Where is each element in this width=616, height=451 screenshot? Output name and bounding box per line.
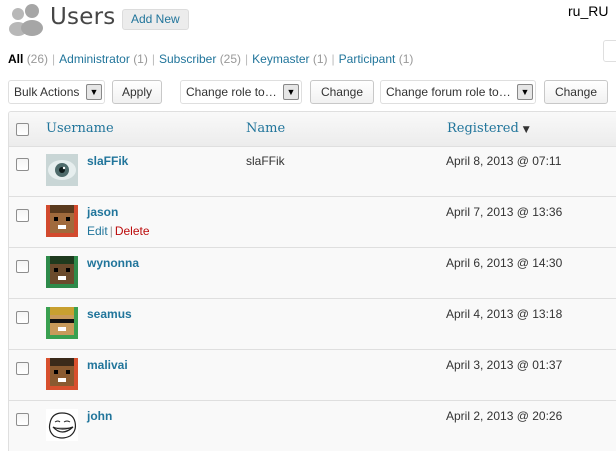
change-role-value: Change role to… (186, 85, 277, 99)
filter-separator: | (331, 52, 335, 66)
table-row: slaFFik slaFFik April 8, 2013 @ 07:11 (9, 147, 616, 197)
table-header: Username Name Registered ▼ (9, 112, 616, 147)
apply-button[interactable]: Apply (112, 80, 162, 104)
pixel-face-avatar-icon (46, 358, 78, 390)
table-row: john April 2, 2013 @ 20:26 (9, 402, 616, 451)
users-icon (9, 4, 43, 36)
row-actions: Edit | Delete (87, 224, 150, 238)
username-link[interactable]: slaFFik (87, 154, 128, 168)
row-checkbox[interactable] (16, 158, 29, 171)
registered-cell: April 2, 2013 @ 20:26 (446, 409, 563, 423)
registered-cell: April 3, 2013 @ 01:37 (446, 358, 563, 372)
table-row: malivai April 3, 2013 @ 01:37 (9, 351, 616, 401)
pixel-face-avatar-icon (46, 307, 78, 339)
table-row: seamus April 4, 2013 @ 13:18 (9, 300, 616, 350)
row-checkbox[interactable] (16, 209, 29, 222)
filter-separator: | (151, 52, 155, 66)
change-role-select[interactable]: Change role to… ▼ (180, 80, 302, 104)
column-registered[interactable]: Registered ▼ (447, 121, 530, 136)
filter-administrator[interactable]: Administrator (1) (59, 52, 148, 66)
trollface-avatar-icon (46, 409, 78, 441)
filter-participant[interactable]: Participant (1) (339, 52, 414, 66)
search-input[interactable] (603, 40, 616, 62)
filter-count: (26) (26, 52, 49, 66)
username-link[interactable]: john (87, 409, 112, 423)
chevron-down-icon: ▼ (517, 84, 533, 100)
row-action-separator: | (109, 224, 113, 238)
pixel-face-avatar-icon (46, 205, 78, 237)
registered-cell: April 7, 2013 @ 13:36 (446, 205, 563, 219)
add-new-button[interactable]: Add New (122, 9, 189, 30)
column-name[interactable]: Name (246, 121, 285, 136)
page-title: Users (50, 4, 116, 30)
filter-separator: | (245, 52, 249, 66)
change-role-button[interactable]: Change (310, 80, 374, 104)
registered-cell: April 6, 2013 @ 14:30 (446, 256, 563, 270)
filter-subscriber[interactable]: Subscriber (25) (159, 52, 241, 66)
filter-label: All (8, 52, 24, 66)
delete-link[interactable]: Delete (115, 224, 150, 238)
change-forum-role-select[interactable]: Change forum role to… ▼ (380, 80, 536, 104)
column-registered-label: Registered (447, 121, 519, 136)
username-link[interactable]: seamus (87, 307, 132, 321)
registered-cell: April 8, 2013 @ 07:11 (446, 154, 562, 168)
bulk-actions-value: Bulk Actions (14, 85, 80, 99)
role-filter-links: All (26) | Administrator (1) | Subscriber (2… (8, 52, 413, 66)
change-forum-role-value: Change forum role to… (386, 85, 511, 99)
pixel-face-avatar-icon (46, 256, 78, 288)
filter-separator: | (52, 52, 56, 66)
chevron-down-icon: ▼ (86, 84, 102, 100)
username-link[interactable]: malivai (87, 358, 128, 372)
table-row: jason Edit | Delete April 7, 2013 @ 13:36 (9, 198, 616, 248)
sort-desc-icon: ▼ (522, 125, 530, 135)
select-all-checkbox[interactable] (16, 123, 29, 136)
row-checkbox[interactable] (16, 260, 29, 273)
username-link[interactable]: wynonna (87, 256, 139, 270)
name-cell: slaFFik (246, 154, 285, 168)
locale-indicator: ru_RU (568, 3, 609, 19)
column-username[interactable]: Username (46, 121, 114, 136)
row-checkbox[interactable] (16, 311, 29, 324)
row-checkbox[interactable] (16, 413, 29, 426)
table-row: wynonna April 6, 2013 @ 14:30 (9, 249, 616, 299)
filter-count: (1) (133, 52, 148, 66)
username-link[interactable]: jason (87, 205, 118, 219)
users-page: Users Add New ru_RU All (26) | Administrat… (0, 0, 616, 451)
filter-count: (25) (219, 52, 242, 66)
change-forum-role-button[interactable]: Change (544, 80, 608, 104)
filter-keymaster[interactable]: Keymaster (1) (252, 52, 327, 66)
eye-avatar-icon (46, 154, 78, 186)
chevron-down-icon: ▼ (283, 84, 299, 100)
edit-link[interactable]: Edit (87, 224, 108, 238)
filter-label: Keymaster (252, 52, 310, 66)
bulk-actions-select[interactable]: Bulk Actions ▼ (8, 80, 105, 104)
filter-label: Subscriber (158, 52, 217, 66)
filter-all[interactable]: All (26) (8, 52, 48, 66)
row-checkbox[interactable] (16, 362, 29, 375)
filter-label: Participant (338, 52, 396, 66)
users-table: Username Name Registered ▼ slaFFik slaFFi… (8, 111, 616, 451)
registered-cell: April 4, 2013 @ 13:18 (446, 307, 563, 321)
filter-count: (1) (398, 52, 414, 66)
filter-label: Administrator (59, 52, 130, 66)
filter-count: (1) (312, 52, 328, 66)
